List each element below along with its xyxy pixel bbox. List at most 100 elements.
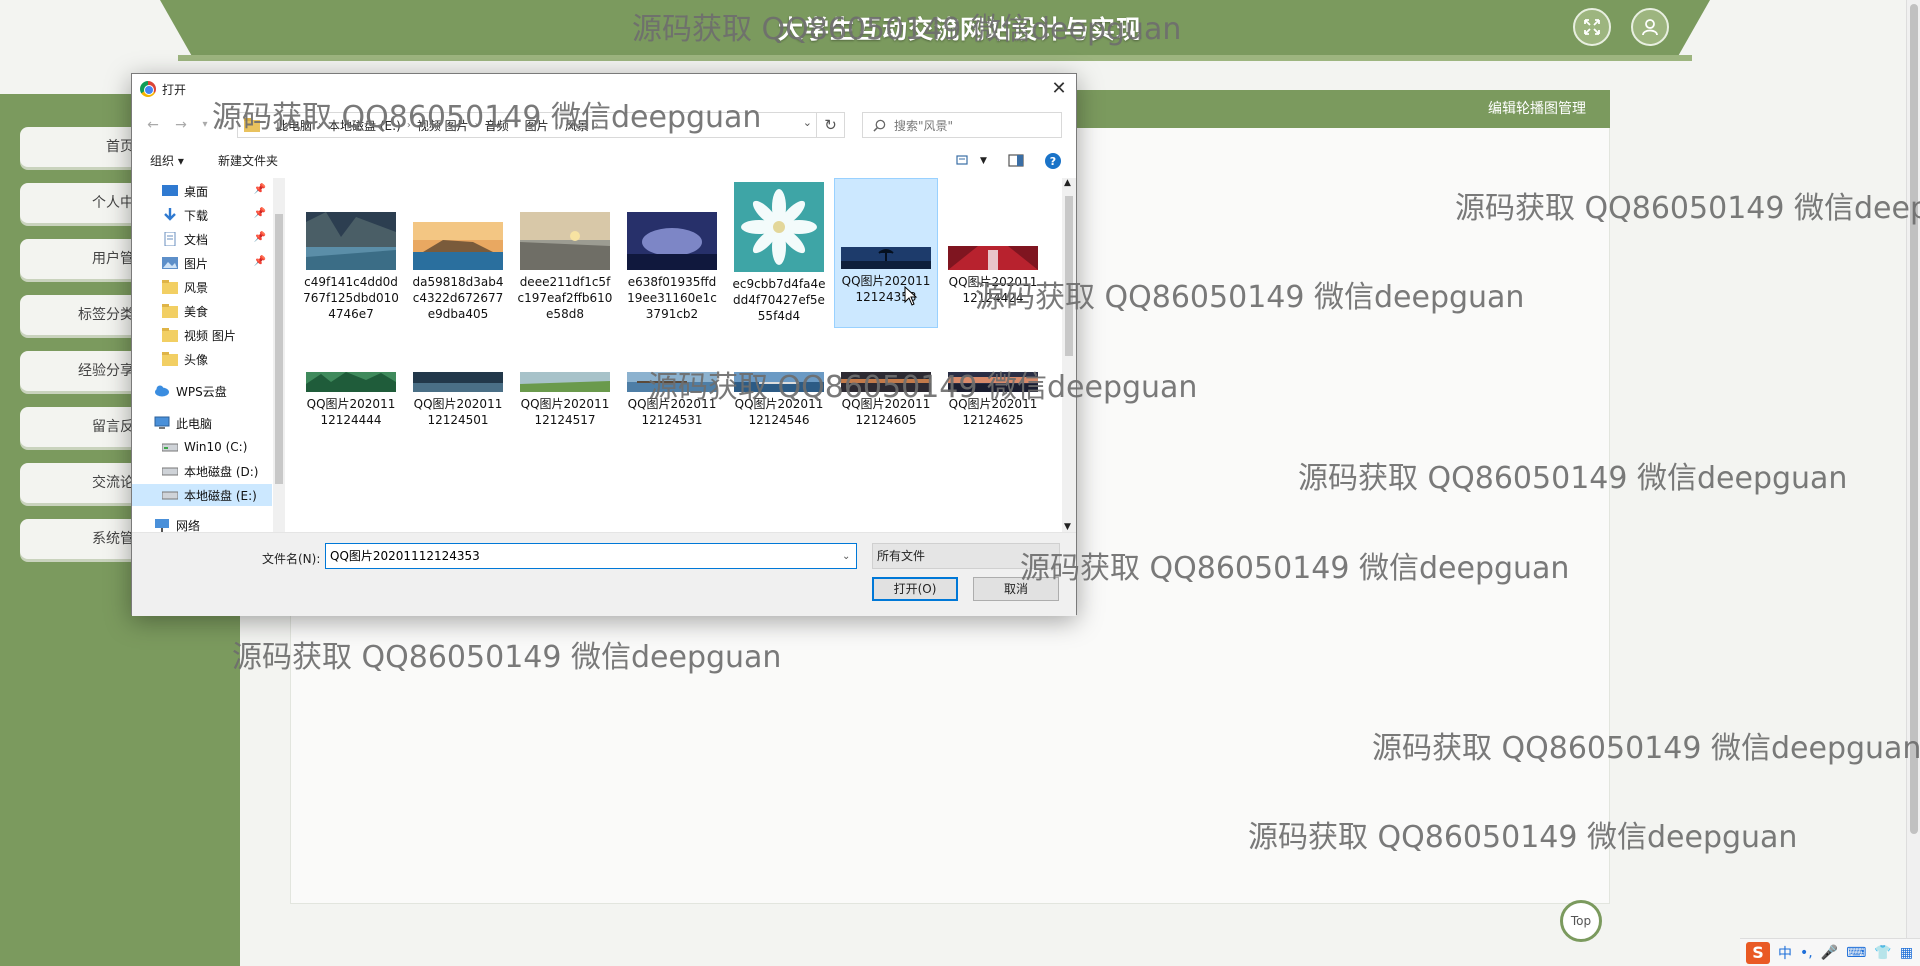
scroll-down-icon[interactable]: ▼ (1064, 522, 1071, 532)
nav-label: 桌面 (184, 184, 209, 199)
microphone-icon[interactable]: 🎤 (1821, 945, 1838, 961)
file-item[interactable]: QQ图片20201112124605 (834, 372, 938, 524)
address-bar[interactable]: › 此电脑 › 本地磁盘 (E:) › 视频 图片 › 音频 › 图片 › 风景… (237, 112, 817, 138)
nav-item-documents[interactable]: 文档 📌 (132, 228, 272, 250)
nav-item-desktop[interactable]: 桌面 📌 (132, 180, 272, 202)
user-avatar-button[interactable] (1631, 8, 1669, 46)
breadcrumb-item[interactable]: 风景 (565, 117, 589, 134)
nav-label: 网络 (176, 518, 201, 533)
skin-icon[interactable]: 👕 (1874, 945, 1891, 961)
grid-icon[interactable]: ▦ (1900, 945, 1913, 961)
image-thumbnail (520, 212, 610, 270)
view-options-button[interactable]: ▼ (956, 151, 987, 171)
file-item[interactable]: QQ图片20201112124501 (406, 372, 510, 524)
forward-arrow-icon[interactable]: → (172, 115, 190, 135)
page-scrollbar-thumb[interactable] (1910, 4, 1918, 834)
nav-item-folder-scenery[interactable]: 风景 (132, 276, 272, 298)
nav-label: 视频 图片 (184, 328, 236, 343)
breadcrumb-item[interactable]: 图片 (525, 117, 549, 134)
nav-pane-scrollbar[interactable] (273, 178, 285, 532)
file-item[interactable]: QQ图片20201112124424 (941, 182, 1045, 334)
breadcrumb-item[interactable]: 音频 (485, 117, 509, 134)
nav-item-drive-c[interactable]: Win10 (C:) (132, 436, 272, 458)
nav-item-folder-video-pictures[interactable]: 视频 图片 (132, 324, 272, 346)
nav-item-drive-e[interactable]: 本地磁盘 (E:) (132, 484, 272, 506)
nav-item-wps-cloud[interactable]: WPS云盘 (132, 380, 272, 402)
up-arrow-icon[interactable]: ↑ (212, 115, 230, 135)
nav-item-pictures[interactable]: 图片 📌 (132, 252, 272, 274)
file-name: QQ图片20201112124424 (948, 275, 1038, 305)
file-item[interactable]: e638f01935ffd19ee31160e1c3791cb2 (620, 182, 724, 334)
open-button[interactable]: 打开(O) (872, 577, 958, 601)
filename-input[interactable]: QQ图片20201112124353 (325, 543, 857, 569)
sogou-ime-icon[interactable]: S (1746, 941, 1770, 964)
image-thumbnail (627, 212, 717, 270)
ime-punct-toggle[interactable]: •, (1800, 945, 1813, 961)
svg-text:?: ? (1050, 155, 1056, 168)
file-pane-scrollbar-thumb[interactable] (1065, 196, 1073, 356)
breadcrumb-item[interactable]: 视频 图片 (417, 117, 469, 134)
image-thumbnail (306, 372, 396, 392)
file-name: c49f141c4dd0d767f125dbd0104746e7 (303, 275, 399, 321)
image-thumbnail (520, 372, 610, 392)
file-name: QQ图片20201112124605 (841, 397, 931, 427)
crumb-separator-icon: › (514, 119, 519, 131)
close-button[interactable]: ✕ (1048, 78, 1070, 100)
file-item[interactable]: QQ图片20201112124546 (727, 372, 831, 524)
file-item[interactable]: QQ图片20201112124531 (620, 372, 724, 524)
help-button[interactable]: ? (1044, 151, 1062, 171)
nav-pane-scrollbar-thumb[interactable] (275, 214, 283, 484)
image-thumbnail (841, 372, 931, 392)
new-folder-button[interactable]: 新建文件夹 (218, 152, 278, 169)
refresh-button[interactable]: ↻ (817, 112, 845, 138)
drive-icon (162, 467, 178, 476)
nav-label: 图片 (184, 256, 209, 271)
file-item[interactable]: c49f141c4dd0d767f125dbd0104746e7 (299, 182, 403, 334)
file-item[interactable]: QQ图片20201112124444 (299, 372, 403, 524)
fullscreen-button[interactable] (1573, 8, 1611, 46)
chevron-down-icon[interactable]: ⌄ (803, 116, 812, 129)
file-item-selected[interactable]: QQ图片20201112124353 (834, 178, 938, 328)
nav-item-this-pc[interactable]: 此电脑 (132, 412, 272, 434)
crumb-separator-icon: › (474, 119, 479, 131)
back-to-top-button[interactable]: Top (1560, 900, 1602, 942)
nav-label: 本地磁盘 (E:) (184, 488, 257, 503)
view-dropdown-icon: ▼ (980, 156, 987, 166)
nav-item-folder-avatar[interactable]: 头像 (132, 348, 272, 370)
dialog-title: 打开 (162, 82, 187, 97)
organize-button[interactable]: 组织 ▾ (150, 152, 184, 169)
file-item[interactable]: QQ图片20201112124517 (513, 372, 617, 524)
pin-icon: 📌 (253, 208, 266, 219)
navigation-row: ← → ▾ ↑ › 此电脑 › 本地磁盘 (E:) › 视频 图片 › 音频 ›… (132, 110, 1076, 140)
file-item[interactable]: QQ图片20201112124625 (941, 372, 1045, 524)
file-item[interactable]: ec9cbb7d4fa4edd4f70427ef5e55f4d4 (727, 182, 831, 334)
user-icon (1642, 19, 1658, 36)
page-scrollbar[interactable] (1906, 0, 1920, 966)
file-pane-scrollbar[interactable]: ▲ ▼ (1062, 178, 1076, 532)
file-name: deee211df1c5fc197eaf2ffb610e58d8 (517, 275, 613, 321)
file-item[interactable]: deee211df1c5fc197eaf2ffb610e58d8 (513, 182, 617, 334)
filetype-select[interactable]: 所有文件 (872, 543, 1060, 569)
crumb-separator-icon: › (594, 119, 599, 131)
scroll-up-icon[interactable]: ▲ (1064, 178, 1071, 188)
search-input[interactable]: 搜索"风景" (862, 112, 1062, 138)
nav-item-folder-food[interactable]: 美食 (132, 300, 272, 322)
breadcrumb-item[interactable]: 此电脑 (276, 117, 312, 134)
open-file-dialog: 打开 ✕ ← → ▾ ↑ › 此电脑 › 本地磁盘 (E:) › 视频 图片 ›… (131, 73, 1077, 616)
crumb-separator-icon: › (406, 119, 411, 131)
network-icon (155, 519, 169, 532)
breadcrumb-item[interactable]: 本地磁盘 (E:) (328, 117, 401, 134)
ime-toolbar[interactable]: S 中 •, 🎤 ⌨ 👕 ▦ (1740, 938, 1920, 966)
preview-pane-button[interactable] (1008, 151, 1024, 171)
nav-item-drive-d[interactable]: 本地磁盘 (D:) (132, 460, 272, 482)
help-icon: ? (1045, 153, 1061, 169)
back-arrow-icon[interactable]: ← (144, 115, 162, 135)
dialog-titlebar[interactable]: 打开 (132, 74, 1076, 104)
keyboard-icon[interactable]: ⌨ (1846, 945, 1866, 961)
nav-item-downloads[interactable]: 下载 📌 (132, 204, 272, 226)
file-item[interactable]: da59818d3ab4c4322d672677e9dba405 (406, 182, 510, 334)
ime-language-toggle[interactable]: 中 (1778, 943, 1792, 963)
chevron-down-icon[interactable]: ⌄ (842, 551, 850, 562)
file-name: da59818d3ab4c4322d672677e9dba405 (412, 275, 504, 321)
cancel-button[interactable]: 取消 (973, 577, 1059, 601)
